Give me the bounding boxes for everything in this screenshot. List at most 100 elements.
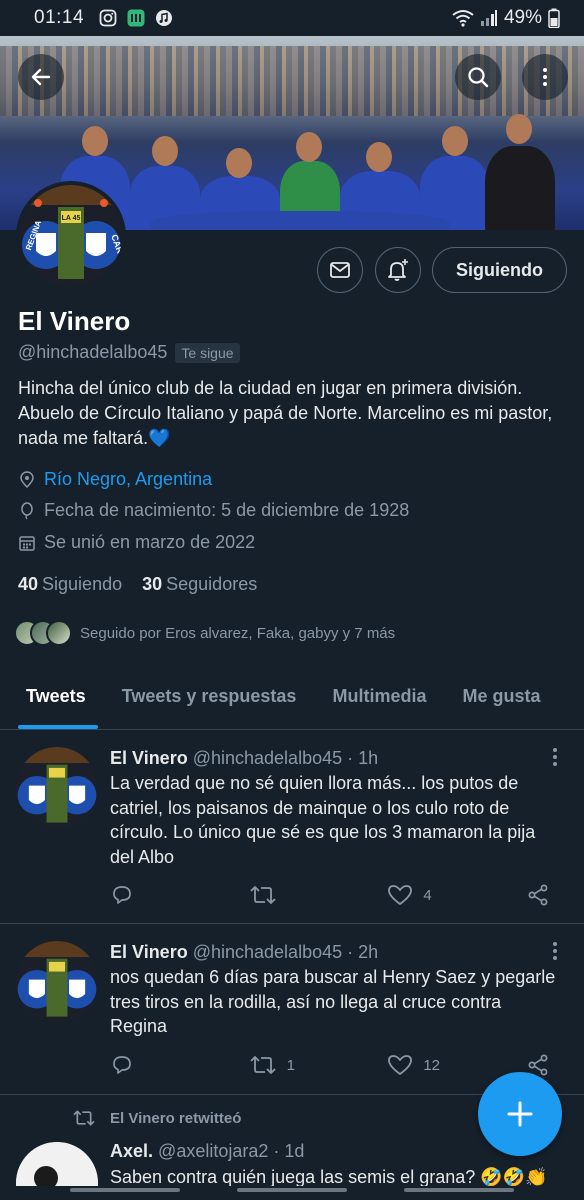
avatar-badge-text: LA 45 <box>62 215 81 222</box>
like-button[interactable]: 12 <box>387 1053 447 1077</box>
like-count: 4 <box>423 886 432 904</box>
followed-by-text: Seguido por Eros alvarez, Faka, gabyy y … <box>80 624 396 642</box>
tweet-author-name[interactable]: El Vinero <box>110 942 188 962</box>
tweet-author-name[interactable]: Axel. <box>110 1141 153 1161</box>
banner-figure-head <box>82 126 108 156</box>
tweet-actions: 4 <box>110 883 550 907</box>
tweet-separator: · <box>347 748 354 768</box>
signal-icon <box>480 10 497 26</box>
tweet-text: Saben contra quién juega las semis el gr… <box>110 1167 548 1186</box>
nav-recents-indicator[interactable] <box>70 1188 180 1192</box>
tweet-separator: · <box>273 1141 280 1161</box>
system-nav-bar <box>0 1186 584 1200</box>
reply-icon <box>113 1056 131 1074</box>
tab-likes[interactable]: Me gusta <box>444 672 558 729</box>
retweet-icon <box>250 1056 276 1074</box>
retweet-count: 1 <box>286 1056 295 1074</box>
banner-front-row <box>150 211 450 230</box>
reply-button[interactable] <box>110 883 170 907</box>
avatar-image <box>16 747 98 829</box>
tweet-avatar[interactable] <box>16 941 98 1023</box>
plus-icon <box>507 1101 533 1127</box>
follows-you-badge: Te sigue <box>175 342 240 363</box>
followers-count: 30 <box>142 574 163 594</box>
music-app-icon <box>154 8 174 28</box>
tweet-separator: · <box>347 942 354 962</box>
nav-back-indicator[interactable] <box>404 1188 514 1192</box>
tweet-header: Axel. @axelitojara2 · 1d <box>110 1141 304 1162</box>
tweet-avatar[interactable] <box>16 1142 98 1186</box>
back-button[interactable] <box>18 54 64 100</box>
compose-tweet-button[interactable] <box>478 1072 562 1156</box>
retweeted-by-text: El Vinero retwitteó <box>110 1109 242 1127</box>
avatar-image: LA 45 REGINA CAR <box>20 185 122 287</box>
nav-home-indicator[interactable] <box>237 1188 347 1192</box>
battery-level: 49% <box>503 7 542 28</box>
tweet-text: nos quedan 6 días para buscar al Henry S… <box>110 967 556 1036</box>
followed-by-row[interactable]: Seguido por Eros alvarez, Faka, gabyy y … <box>14 620 395 646</box>
followers-count-link[interactable]: 30 Seguidores <box>142 574 257 595</box>
more-vertical-icon <box>543 68 547 86</box>
tweet-header: El Vinero @hinchadelalbo45 · 1h <box>110 748 378 769</box>
tweet[interactable]: El Vinero @hinchadelalbo45 · 2h nos qued… <box>0 925 584 1095</box>
like-button[interactable]: 4 <box>387 883 447 907</box>
followed-by-avatars <box>14 620 72 646</box>
search-button[interactable] <box>455 54 501 100</box>
banner-figure <box>485 146 555 230</box>
balloon-icon <box>18 501 36 520</box>
tweet-author-handle: @hinchadelalbo45 <box>192 748 343 768</box>
message-button[interactable] <box>317 247 363 293</box>
banner-figure-head <box>226 148 252 178</box>
retweet-button[interactable] <box>249 883 309 907</box>
profile-bio: Hincha del único club de la ciudad en ju… <box>18 378 553 448</box>
following-count-link[interactable]: 40 Siguiendo <box>18 574 122 595</box>
tweet-avatar[interactable] <box>16 747 98 829</box>
joined-text: Se unió en marzo de 2022 <box>44 532 256 552</box>
reply-button[interactable] <box>110 1053 170 1077</box>
tweet-text: La verdad que no sé quien llora más... l… <box>110 773 536 867</box>
tweet-more-icon[interactable] <box>552 941 558 961</box>
battery-icon <box>548 8 560 28</box>
location-link[interactable]: Río Negro, Argentina <box>44 469 212 490</box>
avatar-image <box>16 1142 98 1186</box>
more-options-button[interactable] <box>522 54 568 100</box>
follow-counts: 40 Siguiendo 30 Seguidores <box>18 574 257 595</box>
following-button[interactable]: Siguiendo <box>432 247 567 293</box>
tweet-author-handle: @hinchadelalbo45 <box>192 942 343 962</box>
profile-name: El Vinero <box>18 306 131 336</box>
birthday-text: Fecha de nacimiento: 5 de diciembre de 1… <box>44 500 410 520</box>
calendar-icon <box>18 534 36 552</box>
banner-figure-head <box>152 136 178 166</box>
tweet-author-name[interactable]: El Vinero <box>110 748 188 768</box>
notifications-button[interactable] <box>375 247 421 293</box>
app-notification-icon <box>126 8 146 28</box>
status-notification-icons <box>98 8 174 28</box>
avatar-image <box>16 941 98 1023</box>
joined-row: Se unió en marzo de 2022 <box>18 532 255 553</box>
following-count: 40 <box>18 574 39 594</box>
profile-avatar[interactable]: LA 45 REGINA CAR <box>16 181 126 291</box>
status-bar: 01:14 49% <box>0 0 584 36</box>
tweet-more-icon[interactable] <box>552 747 558 767</box>
tab-tweets[interactable]: Tweets <box>0 672 104 729</box>
status-system-icons: 49% <box>452 7 560 29</box>
reply-icon <box>113 886 131 904</box>
tweet-author-handle: @axelitojara2 <box>158 1141 269 1161</box>
retweet-button[interactable]: 1 <box>249 1053 309 1077</box>
tweet[interactable]: El Vinero @hinchadelalbo45 · 1h La verda… <box>0 731 584 924</box>
instagram-icon <box>98 8 118 28</box>
mail-icon <box>330 262 350 278</box>
tab-media[interactable]: Multimedia <box>314 672 444 729</box>
profile-handle: @hinchadelalbo45 <box>18 342 168 362</box>
share-button[interactable] <box>526 883 550 907</box>
tweet-time: 2h <box>358 942 379 962</box>
like-count: 12 <box>423 1056 440 1074</box>
retweet-icon <box>73 1110 95 1126</box>
tweet-time: 1d <box>284 1141 305 1161</box>
arrow-left-icon <box>31 68 51 86</box>
handle-row: @hinchadelalbo45 Te sigue <box>18 342 240 363</box>
location-row: Río Negro, Argentina <box>18 469 212 490</box>
heart-icon <box>388 1055 413 1075</box>
tab-tweets-replies[interactable]: Tweets y respuestas <box>104 672 315 729</box>
birthday-row: Fecha de nacimiento: 5 de diciembre de 1… <box>18 500 409 521</box>
